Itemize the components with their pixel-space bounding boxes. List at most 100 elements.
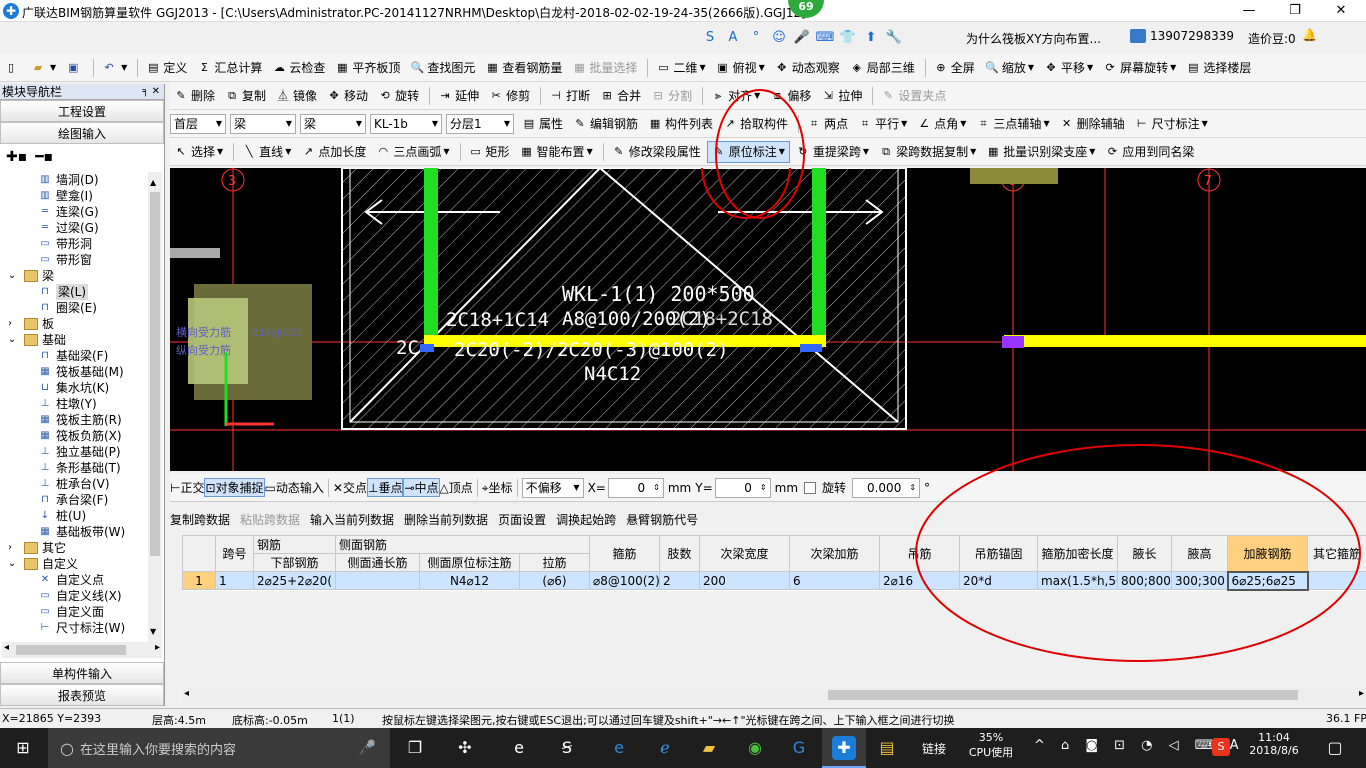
tree-node-17[interactable]: ⊥ 独立基础(P): [0, 444, 148, 460]
sub-header-2[interactable]: 侧面原位标注筋: [419, 553, 520, 572]
open-file-icon[interactable]: ▰ ▼: [27, 57, 60, 79]
grid-tool-5[interactable]: 调换起始跨: [556, 511, 616, 528]
snap-button-2[interactable]: ▭动态输入: [265, 479, 324, 496]
edit-button-1[interactable]: ⧉ 复制: [221, 85, 270, 107]
snap-button-6[interactable]: △顶点: [440, 479, 473, 496]
menu-button-12[interactable]: 🔍 缩放 ▼: [981, 57, 1038, 79]
table-cell-7[interactable]: 2: [659, 571, 701, 590]
tree-toggle-icon[interactable]: ⌄: [8, 268, 20, 284]
tree-node-26[interactable]: ▭ 自定义线(X): [0, 588, 148, 604]
rotate-checkbox[interactable]: [804, 481, 817, 494]
edge-icon[interactable]: e: [606, 736, 632, 760]
table-cell-5[interactable]: (⌀6): [518, 571, 591, 590]
drawing-canvas[interactable]: 3 6 7 横向受力筋 纵向受力筋 C14@100 WKL-1: [170, 168, 1366, 471]
minimize-button[interactable]: —: [1226, 0, 1272, 22]
ie-icon[interactable]: ℯ: [652, 736, 678, 760]
menu-button-3[interactable]: ▦ 平齐板顶: [331, 57, 404, 79]
prop-button-8[interactable]: ✕ 删除辅轴: [1056, 113, 1129, 135]
snap-button-4[interactable]: ⊥垂点: [366, 478, 404, 497]
table-cell-4[interactable]: N4⌀12: [419, 571, 520, 590]
collapse-all-icon[interactable]: ━▪: [35, 149, 53, 165]
tree-node-6[interactable]: ⌄ 梁: [0, 268, 148, 284]
prop-button-2[interactable]: ▦ 构件列表: [644, 113, 717, 135]
layer-select[interactable]: 分层1 ▼: [446, 113, 514, 134]
tree-node-12[interactable]: ▦ 筏板基础(M): [0, 364, 148, 380]
draw-button-0[interactable]: ↖ 选择 ▼: [170, 141, 227, 163]
draw-button-8[interactable]: ↻ 重提梁跨 ▼: [792, 141, 873, 163]
snap-button-5[interactable]: ⊸中点: [403, 478, 440, 497]
prop-button-3[interactable]: ↗ 拾取构件: [719, 113, 792, 135]
column-header-4[interactable]: 肢数: [659, 535, 701, 572]
table-hscrollbar[interactable]: ◂ ▸: [182, 687, 1366, 703]
edit-button-12[interactable]: ⇲ 拉伸: [817, 85, 866, 107]
snap-button-7[interactable]: ⌖坐标: [482, 479, 513, 496]
menu-button-5[interactable]: ▦ 查看钢筋量: [481, 57, 566, 79]
table-cell-12[interactable]: max(1.5*h,50: [1037, 571, 1119, 590]
tree-node-3[interactable]: ═ 过梁(G): [0, 220, 148, 236]
draw-button-11[interactable]: ⟳ 应用到同名梁: [1101, 141, 1198, 163]
menu-button-7[interactable]: ▭ 二维 ▼: [652, 57, 709, 79]
grid-tool-2[interactable]: 输入当前列数据: [310, 511, 394, 528]
microphone-icon[interactable]: 🎤: [359, 740, 376, 756]
menu-button-4[interactable]: 🔍 查找图元: [406, 57, 479, 79]
grid-tool-0[interactable]: 复制跨数据: [170, 511, 230, 528]
taskbar-search[interactable]: ○ 在这里输入你要搜索的内容 🎤: [48, 728, 390, 768]
menu-button-9[interactable]: ✥ 动态观察: [771, 57, 844, 79]
column-header-9[interactable]: 箍筋加密长度: [1037, 535, 1119, 572]
edit-button-2[interactable]: ⏅ 镜像: [272, 85, 321, 107]
column-header-10[interactable]: 腋长: [1117, 535, 1173, 572]
ime-icon-1[interactable]: A: [723, 28, 743, 48]
column-header-12[interactable]: 加腋钢筋: [1227, 535, 1309, 572]
column-header-6[interactable]: 次梁加筋: [789, 535, 881, 572]
task-view-icon[interactable]: ❐: [402, 736, 428, 760]
tree-node-8[interactable]: ⊓ 圈梁(E): [0, 300, 148, 316]
prop-button-9[interactable]: ⊢ 尺寸标注 ▼: [1131, 113, 1212, 135]
edit-button-7[interactable]: ⊣ 打断: [545, 85, 594, 107]
g-app-icon[interactable]: G: [786, 736, 812, 760]
ime-icon-8[interactable]: 🔧: [884, 28, 904, 48]
bell-icon[interactable]: 🔔: [1302, 28, 1317, 42]
tree-node-19[interactable]: ⊥ 桩承台(V): [0, 476, 148, 492]
prop-button-1[interactable]: ✎ 编辑钢筋: [569, 113, 642, 135]
clock[interactable]: 11:04 2018/8/6: [1244, 731, 1304, 757]
draw-button-6[interactable]: ✎ 修改梁段属性: [608, 141, 705, 163]
tree-node-0[interactable]: ▥ 墙洞(D): [0, 172, 148, 188]
rotate-input[interactable]: 0.000 ⇕: [852, 477, 921, 498]
menu-button-1[interactable]: Σ 汇总计算: [193, 57, 266, 79]
column-header-3[interactable]: 箍筋: [589, 535, 661, 572]
offset-select[interactable]: 不偏移 ▼: [521, 477, 584, 498]
table-cell-9[interactable]: 6: [789, 571, 881, 590]
grid-tool-3[interactable]: 删除当前列数据: [404, 511, 488, 528]
y-input[interactable]: 0 ⇕: [714, 477, 771, 498]
tree-node-25[interactable]: ✕ 自定义点: [0, 572, 148, 588]
pin-close-icon[interactable]: ╕ ✕: [142, 84, 160, 100]
snap-button-0[interactable]: ⊢正交: [170, 479, 204, 496]
menu-button-11[interactable]: ⊕ 全屏: [930, 57, 979, 79]
menu-button-2[interactable]: ☁ 云检查: [268, 57, 329, 79]
menu-button-10[interactable]: ◈ 局部三维: [846, 57, 919, 79]
snap-button-1[interactable]: ⊡对象捕捉: [204, 478, 265, 497]
new-file-icon[interactable]: ▯: [0, 57, 25, 79]
tree-node-5[interactable]: ▭ 带形窗: [0, 252, 148, 268]
tree-node-28[interactable]: ⊢ 尺寸标注(W): [0, 620, 148, 636]
windows-start-icon[interactable]: ⊞: [10, 736, 36, 760]
single-component-button[interactable]: 单构件输入: [0, 662, 164, 684]
draw-button-7[interactable]: ✎ 原位标注 ▼: [706, 140, 790, 163]
edit-button-9[interactable]: ⊟ 分割: [647, 85, 696, 107]
prop-button-7[interactable]: ⌗ 三点辅轴 ▼: [972, 113, 1053, 135]
glodon-app-active[interactable]: ✚: [822, 728, 866, 768]
tree-toggle-icon[interactable]: ›: [8, 540, 20, 556]
table-cell-10[interactable]: 2⌀16: [879, 571, 961, 590]
edit-button-4[interactable]: ⟲ 旋转: [374, 85, 423, 107]
tree-node-14[interactable]: ⊥ 柱墩(Y): [0, 396, 148, 412]
sub-header-3[interactable]: 拉筋: [518, 553, 591, 572]
tree-node-22[interactable]: ▦ 基础板带(W): [0, 524, 148, 540]
edit-button-11[interactable]: ⧈ 偏移: [766, 85, 815, 107]
expand-all-icon[interactable]: ✚▪: [6, 149, 27, 165]
table-cell-1[interactable]: 1: [215, 571, 254, 590]
column-header-13[interactable]: 其它箍筋: [1307, 535, 1366, 572]
component-select[interactable]: KL-1b ▼: [370, 113, 442, 134]
draw-button-5[interactable]: ▦ 智能布置 ▼: [516, 141, 597, 163]
tree-node-16[interactable]: ▦ 筏板负筋(X): [0, 428, 148, 444]
browser-e-icon[interactable]: e: [506, 736, 532, 760]
